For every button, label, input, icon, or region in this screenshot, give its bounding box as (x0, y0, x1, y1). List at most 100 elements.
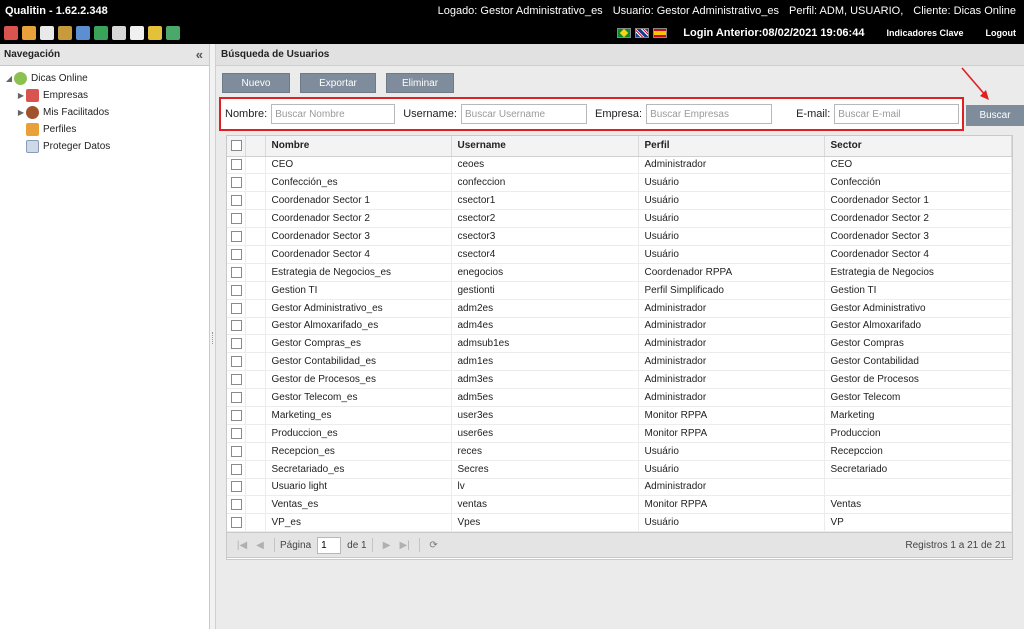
row-checkbox[interactable] (231, 302, 242, 314)
uk-flag-icon[interactable] (635, 28, 650, 38)
tree-item-dicas-online[interactable]: ◢ Dicas Online (0, 70, 209, 87)
table-row[interactable]: Coordenador Sector 1 csector1 Usuário Coord… (227, 191, 1012, 211)
table-row[interactable]: Coordenador Sector 2 csector2 Usuário Coord… (227, 209, 1012, 229)
table-row[interactable]: Produccion_es user6es Monitor RPPA Producci… (227, 424, 1012, 443)
cell-sector: Ventas (824, 495, 1012, 515)
tree-item-label: Mis Facilitados (43, 107, 110, 118)
row-checkbox[interactable] (231, 230, 242, 242)
documents-icon[interactable] (76, 26, 90, 40)
table-row[interactable]: Gestor Contabilidad_es adm1es Administrado… (227, 352, 1012, 372)
users-icon[interactable] (4, 26, 18, 40)
row-number-cell (245, 334, 266, 354)
page-number-input[interactable] (317, 536, 342, 554)
column-header-username[interactable]: Username (451, 136, 639, 157)
row-checkbox[interactable] (231, 356, 242, 368)
row-checkbox[interactable] (231, 445, 242, 457)
collapse-icon[interactable]: « (196, 47, 209, 62)
exportar-button[interactable]: Exportar (300, 73, 376, 93)
cell-perfil: Monitor RPPA (638, 424, 825, 443)
book-icon[interactable] (130, 26, 144, 40)
stack-icon[interactable] (166, 26, 180, 40)
expand-arrow-icon[interactable]: ▶ (16, 108, 26, 117)
cell-username: lv (451, 478, 639, 497)
expand-arrow-icon[interactable]: ▶ (16, 91, 26, 100)
row-checkbox[interactable] (231, 409, 242, 421)
column-header-perfil[interactable]: Perfil (638, 136, 825, 157)
cell-nombre: Ventas_es (265, 495, 452, 515)
table-row[interactable]: Usuario light lv Administrador (227, 478, 1012, 497)
row-checkbox[interactable] (231, 499, 242, 511)
splitter-grip[interactable] (212, 332, 214, 344)
table-row[interactable]: VP_es Vpes Usuário VP (227, 513, 1012, 533)
empresa-search-input[interactable] (646, 104, 773, 124)
email-search-input[interactable] (834, 104, 960, 124)
nuevo-button[interactable]: Nuevo (222, 73, 290, 93)
table-row[interactable]: Confección_es confeccion Usuário Confección (227, 173, 1012, 193)
column-header-sector[interactable]: Sector (824, 136, 1012, 157)
check-icon[interactable] (94, 26, 108, 40)
tree-item-mis-facilitados[interactable]: ▶ Mis Facilitados (0, 104, 209, 121)
es-flag-icon[interactable] (653, 28, 668, 38)
expand-arrow-icon[interactable]: ◢ (4, 74, 14, 83)
table-row[interactable]: Gestor de Procesos_es adm3es Administrador… (227, 370, 1012, 390)
prev-page-icon[interactable]: ◀ (251, 540, 269, 551)
row-checkbox[interactable] (231, 338, 242, 350)
table-row[interactable]: Ventas_es ventas Monitor RPPA Ventas (227, 495, 1012, 515)
buscar-button[interactable]: Buscar (966, 105, 1024, 126)
row-checkbox[interactable] (231, 463, 242, 475)
print-icon[interactable] (112, 26, 126, 40)
shield-icon[interactable] (148, 26, 162, 40)
tree-item-empresas[interactable]: ▶ Empresas (0, 87, 209, 104)
row-checkbox[interactable] (231, 284, 242, 296)
tools-icon[interactable] (58, 26, 72, 40)
last-page-icon[interactable]: ▶| (396, 540, 414, 551)
first-page-icon[interactable]: |◀ (233, 540, 251, 551)
nombre-search-input[interactable] (271, 104, 396, 124)
indicadores-link[interactable]: Indicadores Clave (886, 28, 963, 38)
row-checkbox[interactable] (231, 177, 242, 189)
cell-username: confeccion (451, 173, 639, 193)
row-checkbox[interactable] (231, 213, 242, 225)
row-checkbox[interactable] (231, 266, 242, 278)
refresh-icon[interactable]: ⟳ (425, 540, 443, 551)
username-label: Username: (403, 108, 457, 120)
table-row[interactable]: Gestor Almoxarifado_es adm4es Administrado… (227, 317, 1012, 336)
tree-item-proteger-datos[interactable]: Proteger Datos (0, 138, 209, 155)
tree-item-perfiles[interactable]: Perfiles (0, 121, 209, 138)
calendar-icon[interactable] (40, 26, 54, 40)
table-row[interactable]: Gestor Compras_es admsub1es Administrador G… (227, 334, 1012, 354)
eliminar-button[interactable]: Eliminar (386, 73, 454, 93)
table-row[interactable]: Recepcion_es reces Usuário Recepccion (227, 442, 1012, 461)
row-select-cell (227, 442, 246, 461)
select-all-checkbox[interactable] (231, 140, 242, 152)
row-checkbox[interactable] (231, 195, 242, 207)
row-checkbox[interactable] (231, 320, 242, 332)
table-row[interactable]: Gestion TI gestionti Perfil Simplificado Ge… (227, 281, 1012, 300)
row-checkbox[interactable] (231, 517, 242, 529)
table-row[interactable]: CEO ceoes Administrador CEO (227, 156, 1012, 175)
toolbar-icons (0, 26, 180, 40)
username-search-input[interactable] (460, 104, 587, 124)
table-row[interactable]: Coordenador Sector 3 csector3 Usuário Coord… (227, 227, 1012, 246)
cell-nombre: Gestor Almoxarifado_es (265, 317, 452, 336)
row-checkbox[interactable] (231, 159, 242, 171)
row-select-cell (227, 191, 246, 211)
logout-link[interactable]: Logout (986, 28, 1017, 38)
row-checkbox[interactable] (231, 391, 242, 403)
table-row[interactable]: Marketing_es user3es Monitor RPPA Marketing (227, 406, 1012, 425)
row-checkbox[interactable] (231, 427, 242, 439)
people-icon[interactable] (22, 26, 36, 40)
column-header-nombre[interactable]: Nombre (265, 136, 452, 157)
row-checkbox[interactable] (231, 374, 242, 386)
next-page-icon[interactable]: ▶ (378, 540, 396, 551)
cell-username: adm2es (451, 299, 639, 318)
row-checkbox[interactable] (231, 248, 242, 260)
row-number-cell (245, 317, 266, 336)
table-row[interactable]: Secretariado_es Secres Usuário Secretariado (227, 460, 1012, 479)
table-row[interactable]: Estrategia de Negocios_es enegocios Coorde… (227, 263, 1012, 282)
br-flag-icon[interactable] (617, 28, 632, 38)
row-checkbox[interactable] (231, 481, 242, 493)
table-row[interactable]: Gestor Administrativo_es adm2es Administra… (227, 299, 1012, 318)
table-row[interactable]: Coordenador Sector 4 csector4 Usuário Coord… (227, 245, 1012, 264)
table-row[interactable]: Gestor Telecom_es adm5es Administrador Gest… (227, 388, 1012, 407)
